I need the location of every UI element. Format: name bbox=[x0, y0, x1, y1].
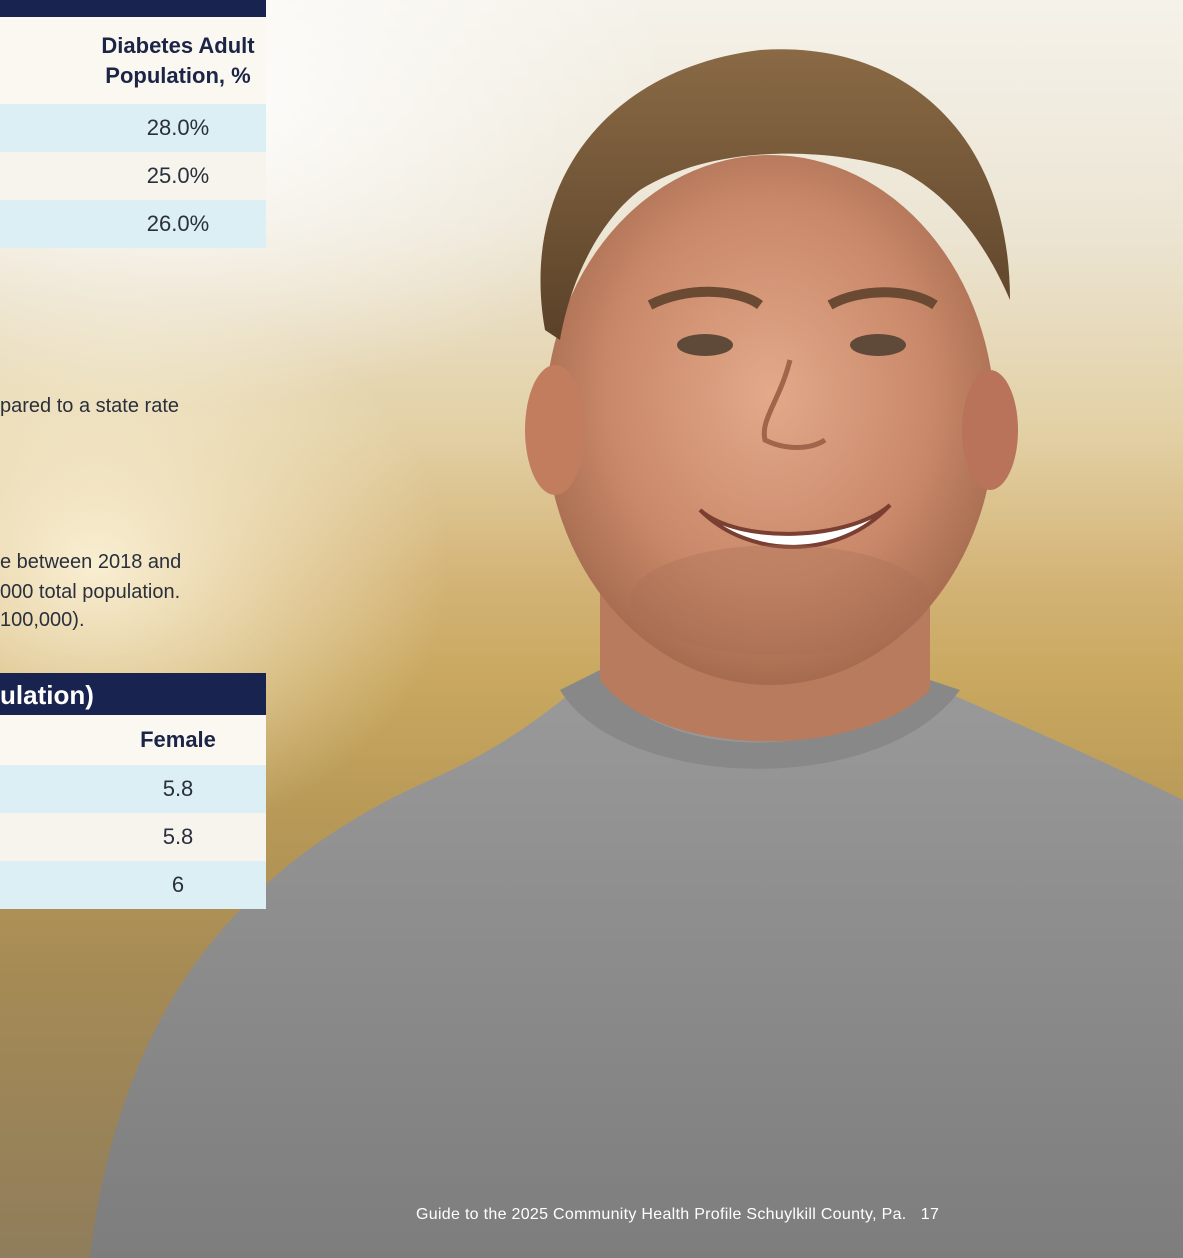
table2-cell: 6 bbox=[171, 872, 185, 897]
table-row: 26.0% bbox=[0, 200, 266, 248]
mortality-table: ulation) Female 5.8 5.8 6 bbox=[0, 673, 266, 909]
body-text-line: e between 2018 and bbox=[0, 551, 182, 573]
ear-left bbox=[525, 365, 585, 495]
table2-cell: 5.8 bbox=[162, 776, 194, 801]
table2-cell: 5.8 bbox=[162, 824, 194, 849]
table1-cell: 26.0% bbox=[146, 211, 210, 236]
table-row: 25.0% bbox=[0, 152, 266, 200]
table1-cell: 25.0% bbox=[146, 163, 210, 188]
table2-column-header: Female bbox=[0, 715, 266, 765]
body-text-line: pared to a state rate bbox=[0, 395, 180, 417]
page-footer: Guide to the 2025 Community Health Profi… bbox=[416, 1206, 939, 1224]
body-text-line: 100,000). bbox=[0, 609, 85, 631]
footer-title: Guide to the 2025 Community Health Profi… bbox=[416, 1206, 907, 1223]
table1-column-header: Diabetes Adult Population, % bbox=[0, 17, 266, 104]
eye-left bbox=[677, 334, 733, 356]
table1-header-line1: Diabetes Adult bbox=[101, 33, 255, 58]
table1-title-bar bbox=[0, 0, 266, 17]
diabetes-table: Diabetes Adult Population, % 28.0% 25.0%… bbox=[0, 17, 266, 248]
body-text-line: 000 total population. bbox=[0, 581, 181, 603]
table1-cell: 28.0% bbox=[146, 115, 210, 140]
table2-title: ulation) bbox=[0, 673, 266, 715]
page-number: 17 bbox=[920, 1206, 940, 1223]
table-row: 28.0% bbox=[0, 104, 266, 152]
table-row: 6 bbox=[0, 861, 266, 909]
stubble-shade bbox=[630, 545, 930, 655]
table1-header-line2: Population, % bbox=[105, 63, 251, 88]
ear-right bbox=[962, 370, 1018, 490]
table-row: 5.8 bbox=[0, 813, 266, 861]
eye-right bbox=[850, 334, 906, 356]
table-row: 5.8 bbox=[0, 765, 266, 813]
